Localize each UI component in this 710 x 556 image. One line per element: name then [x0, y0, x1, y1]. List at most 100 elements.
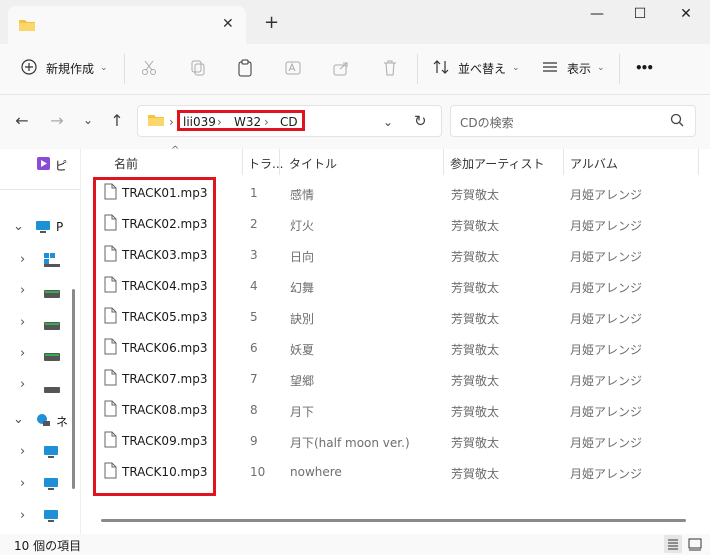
cell-artist: 芳賀敬太: [451, 374, 500, 388]
cell-artist: 芳賀敬太: [451, 219, 500, 233]
sidebar-scrollbar[interactable]: [72, 289, 75, 489]
cell-artist: 芳賀敬太: [451, 405, 500, 419]
cell-track-number: 5: [250, 310, 258, 324]
cell-artist: 芳賀敬太: [451, 250, 500, 264]
breadcrumb-separator: ›: [217, 115, 222, 129]
sidebar-item-drive[interactable]: ›: [0, 374, 80, 398]
delete-icon[interactable]: [381, 54, 399, 82]
command-bar: 新規作成 ⌄ 並べ替え ⌄ 表示 ⌄ •••: [0, 44, 710, 95]
cell-title: 訣別: [290, 312, 315, 326]
recent-locations-chevron-icon[interactable]: ⌄: [77, 113, 99, 135]
forward-arrow-icon[interactable]: →: [46, 111, 68, 133]
more-options-button[interactable]: •••: [635, 54, 654, 82]
sort-button[interactable]: 並べ替え ⌄: [432, 54, 520, 82]
paste-icon[interactable]: [236, 54, 254, 82]
cell-album: 月姫アレンジ: [570, 436, 643, 450]
breadcrumb-item[interactable]: lii039: [183, 115, 216, 129]
column-divider[interactable]: [279, 149, 280, 175]
column-divider[interactable]: [698, 149, 699, 175]
status-bar: 10 個の項目: [0, 534, 710, 555]
sidebar-divider: [0, 189, 80, 190]
tab-close-icon[interactable]: ✕: [222, 16, 234, 32]
view-button[interactable]: 表示 ⌄: [541, 54, 605, 82]
chevron-right-icon[interactable]: ›: [20, 252, 25, 267]
sidebar-item-network-computer[interactable]: ›: [0, 441, 80, 465]
navigation-pane: ピ ⌄ P › › › › › ⌄ ネ › › ›: [0, 149, 81, 534]
chevron-right-icon[interactable]: ›: [20, 283, 25, 298]
horizontal-scrollbar[interactable]: [101, 519, 686, 522]
cell-album: 月姫アレンジ: [570, 219, 643, 233]
breadcrumb-separator: ›: [169, 115, 174, 129]
search-placeholder: CDの検索: [460, 116, 514, 130]
column-header-artist[interactable]: 参加アーティスト: [450, 155, 545, 172]
sidebar-item-drive[interactable]: ›: [0, 343, 80, 367]
column-header-album[interactable]: アルバム: [570, 155, 618, 172]
sidebar-item-pc[interactable]: ⌄ P: [0, 216, 80, 240]
sidebar-item-network-computer[interactable]: ›: [0, 473, 80, 497]
chevron-right-icon[interactable]: ›: [20, 315, 25, 330]
tab-current-folder[interactable]: ✕: [8, 6, 246, 44]
chevron-down-icon[interactable]: ⌄: [13, 412, 24, 427]
toolbar-divider: [417, 54, 418, 84]
chevron-down-icon[interactable]: ⌄: [13, 219, 24, 234]
sidebar-item-drive[interactable]: ›: [0, 280, 80, 304]
large-icons-view-icon[interactable]: [686, 535, 704, 553]
item-count: 10 個の項目: [14, 539, 82, 553]
view-lines-icon: [541, 58, 561, 78]
breadcrumb-item[interactable]: CD: [280, 115, 298, 129]
drive-icon: [44, 287, 60, 301]
new-tab-button[interactable]: +: [264, 12, 279, 33]
sidebar-item-network-computer[interactable]: ›: [0, 505, 80, 529]
maximize-button[interactable]: ☐: [620, 6, 660, 26]
computer-icon: [43, 509, 59, 527]
search-icon[interactable]: [670, 113, 684, 130]
breadcrumb-item[interactable]: W32: [234, 115, 261, 129]
chevron-right-icon[interactable]: ›: [20, 444, 25, 459]
copy-icon[interactable]: [189, 54, 207, 82]
chevron-right-icon[interactable]: ›: [20, 346, 25, 361]
chevron-right-icon[interactable]: ›: [20, 476, 25, 491]
chevron-right-icon[interactable]: ›: [20, 377, 25, 392]
address-history-chevron-icon[interactable]: ⌄: [383, 115, 393, 129]
cell-track-number: 9: [250, 434, 258, 448]
sidebar-item-label: P: [56, 220, 64, 234]
chevron-down-icon: ⌄: [512, 63, 520, 73]
sidebar-item-drive[interactable]: ›: [0, 249, 80, 273]
column-header-name[interactable]: 名前: [114, 155, 138, 172]
sidebar-item-drive[interactable]: ›: [0, 312, 80, 336]
refresh-icon[interactable]: ↻: [414, 112, 427, 130]
cell-track-number: 6: [250, 341, 258, 355]
up-arrow-icon[interactable]: ↑: [106, 111, 128, 133]
sidebar-item-videos[interactable]: ピ: [0, 153, 80, 177]
cell-artist: 芳賀敬太: [451, 436, 500, 450]
cell-title: nowhere: [290, 465, 342, 479]
cell-album: 月姫アレンジ: [570, 467, 643, 481]
cell-title: 望郷: [290, 374, 315, 388]
minimize-button[interactable]: —: [577, 6, 617, 26]
computer-icon: [35, 220, 51, 238]
chevron-right-icon[interactable]: ›: [20, 508, 25, 523]
cell-track-number: 3: [250, 248, 258, 262]
column-divider[interactable]: [242, 149, 243, 175]
cut-icon[interactable]: [140, 54, 158, 82]
address-bar[interactable]: › lii039 › W32 › CD ⌄ ↻: [137, 105, 442, 137]
column-divider[interactable]: [563, 149, 564, 175]
sort-arrows-icon: [432, 58, 452, 78]
drive-icon: [44, 382, 60, 396]
close-button[interactable]: ✕: [666, 6, 706, 26]
details-view-icon[interactable]: [664, 535, 682, 553]
column-header-title[interactable]: タイトル: [289, 155, 337, 172]
cell-album: 月姫アレンジ: [570, 188, 643, 202]
share-icon[interactable]: [332, 54, 350, 82]
back-arrow-icon[interactable]: ←: [11, 111, 33, 133]
search-box[interactable]: CDの検索: [450, 105, 696, 137]
windows-drive-icon: [44, 253, 60, 270]
sidebar-item-network[interactable]: ⌄ ネ: [0, 409, 80, 433]
cell-album: 月姫アレンジ: [570, 312, 643, 326]
sidebar-item-label: ピ: [55, 159, 68, 173]
column-divider[interactable]: [443, 149, 444, 175]
sort-button-label: 並べ替え: [458, 61, 507, 76]
cell-track-number: 7: [250, 372, 258, 386]
new-button[interactable]: 新規作成 ⌄: [20, 54, 108, 82]
rename-icon[interactable]: [284, 54, 302, 82]
